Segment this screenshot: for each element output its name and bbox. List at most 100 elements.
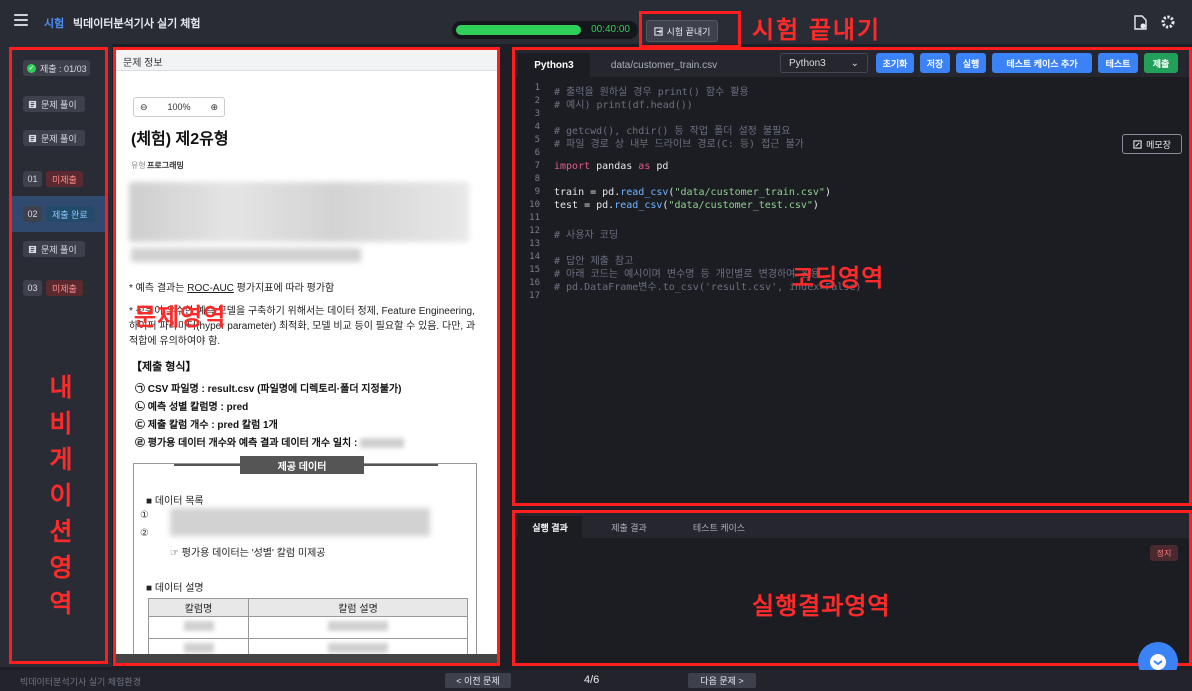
- top-bar: 시험 빅데이터분석기사 실기 체험 00:40:00 시험 끝내기: [0, 0, 1192, 44]
- tab-submit-result[interactable]: 제출 결과: [594, 516, 664, 538]
- line-number: 8: [534, 174, 540, 184]
- line-number: 17: [529, 291, 540, 301]
- save-button[interactable]: 저장: [920, 53, 950, 73]
- env-label: 빅데이터분석기사 실기 체험환경: [20, 677, 141, 687]
- test-button[interactable]: 테스트: [1098, 53, 1138, 73]
- data-list-mark: ②: [140, 528, 149, 539]
- memo-label: 메모장: [1146, 139, 1171, 150]
- chevron-down-icon: ⌄: [850, 57, 859, 69]
- problem-panel: 문제 정보 ⊖ 100% ⊕ (체험) 제2유형 유형 프로그래밍 * 예측 결…: [113, 47, 498, 664]
- page-indicator: 4/6: [584, 674, 600, 686]
- line-number: 9: [534, 187, 540, 197]
- line-number: 10: [529, 200, 540, 210]
- blurred-value: [328, 643, 388, 653]
- tab-run-result[interactable]: 실행 결과: [518, 516, 582, 538]
- language-value: Python3: [789, 57, 826, 69]
- data-list-title: ■ 데이터 목록: [146, 496, 204, 507]
- blurred-value: [183, 643, 214, 653]
- line-number: 3: [534, 109, 540, 119]
- chat-icon: [1150, 654, 1166, 670]
- line-number: 7: [534, 161, 540, 171]
- timer-bar: 00:40:00: [452, 21, 638, 39]
- tab-test-cases[interactable]: 테스트 케이스: [674, 516, 764, 538]
- code-line: # 출력을 원하실 경우 print() 함수 활용: [554, 87, 749, 98]
- submit-line: ㉡ 예측 성별 칼럼명 : pred: [135, 402, 249, 413]
- table-row: [148, 616, 468, 639]
- bottom-bar: 빅데이터분석기사 실기 체험환경 < 이전 문제 4/6 다음 문제 >: [0, 670, 1192, 691]
- line-number: 5: [534, 135, 540, 145]
- document-check-icon[interactable]: [1134, 15, 1147, 30]
- result-tabs: 실행 결과 제출 결과 테스트 케이스: [512, 510, 1192, 538]
- note-text: 평가지표에 따라 평가함: [233, 283, 335, 294]
- code-line: # 사용자 코딩: [554, 230, 619, 241]
- line-number: 6: [534, 148, 540, 158]
- submit-button[interactable]: 제출: [1144, 53, 1178, 73]
- zoom-control: ⊖ 100% ⊕: [133, 97, 225, 117]
- line-number: 1: [534, 83, 540, 93]
- blurred-description: [129, 182, 469, 242]
- data-table: 칼럼명 칼럼 설명: [148, 598, 468, 661]
- submit-line: ㉣ 평가용 데이터 개수와 예측 결과 데이터 개수 일치 :: [135, 434, 405, 449]
- run-button[interactable]: 실행: [956, 53, 986, 73]
- data-desc-title: ■ 데이터 설명: [146, 583, 204, 594]
- line-number: 13: [529, 239, 540, 249]
- line-number: 14: [529, 252, 540, 262]
- timer-progress: [456, 25, 581, 35]
- line-number: 15: [529, 265, 540, 275]
- line-gutter: 1 2 3 4 5 6 7 8 9 10 11 12 13 14 15 16 1…: [512, 77, 546, 507]
- tab-python3[interactable]: Python3: [518, 53, 590, 77]
- edit-icon: [1133, 139, 1142, 149]
- table-header: 칼럼명: [148, 598, 249, 617]
- table-cell: [248, 616, 468, 639]
- data-list-mark: ①: [140, 510, 149, 521]
- code-line: # 파일 경로 상 내부 드라이브 경로(C: 등) 접근 불가: [554, 139, 804, 150]
- note-text: * 예측 결과는: [129, 283, 188, 294]
- blurred-description: [131, 248, 361, 262]
- code-line: # getcwd(), chdir() 등 작업 폴더 설정 불필요: [554, 126, 791, 137]
- code-line: test = pd.read_csv("data/customer_test.c…: [554, 200, 819, 211]
- gear-icon[interactable]: [1160, 14, 1176, 30]
- problem-area-annotation: 문제영역: [134, 304, 227, 331]
- add-testcase-button[interactable]: 테스트 케이스 추가: [992, 53, 1092, 73]
- nav-area-outline: [9, 47, 108, 664]
- blurred-value: [183, 621, 214, 631]
- tab-train-csv[interactable]: data/customer_train.csv: [594, 53, 734, 77]
- next-question-button[interactable]: 다음 문제 >: [688, 673, 756, 688]
- blurred-data-list: [170, 508, 430, 536]
- problem-title: (체험) 제2유형: [131, 131, 229, 148]
- submit-line: ㉢ 제출 칼럼 개수 : pred 칼럼 1개: [135, 420, 278, 431]
- table-cell: [148, 616, 249, 639]
- code-line: import pandas as pd: [554, 161, 669, 172]
- line-number: 11: [529, 213, 540, 223]
- stop-button[interactable]: 정지: [1150, 545, 1178, 561]
- data-section: 제공 데이터 ■ 데이터 목록 ① ② ☞ 평가용 데이터는 '성별' 칼럼 미…: [133, 456, 477, 664]
- memo-button[interactable]: 메모장: [1122, 134, 1182, 154]
- exam-category: 시험: [44, 18, 65, 30]
- blurred-value: [328, 621, 388, 631]
- submit-format-title: 【제출 형식】: [131, 361, 197, 373]
- menu-icon[interactable]: [14, 14, 28, 26]
- zoom-out-icon[interactable]: ⊖: [140, 102, 148, 113]
- problem-type: 프로그래밍: [147, 161, 184, 170]
- metric-link: ROC-AUC: [187, 283, 234, 294]
- code-line: # 예시) print(df.head()): [554, 100, 693, 111]
- problem-header: 문제 정보: [113, 47, 498, 71]
- data-section-header: 제공 데이터: [240, 456, 364, 474]
- reset-button[interactable]: 초기화: [876, 53, 914, 73]
- blurred-value: [360, 438, 405, 449]
- end-exam-highlight: [639, 11, 741, 48]
- submit-line: ㉠ CSV 파일명 : result.csv (파일명에 디렉토리·폴더 지정불…: [135, 384, 402, 395]
- exam-title: 빅데이터분석기사 실기 체험: [73, 18, 201, 30]
- result-area-annotation: 실행결과영역: [752, 593, 891, 620]
- zoom-in-icon[interactable]: ⊕: [210, 102, 218, 113]
- prev-question-button[interactable]: < 이전 문제: [445, 673, 511, 688]
- line-number: 4: [534, 122, 540, 132]
- eval-metric-note: * 예측 결과는 ROC-AUC 평가지표에 따라 평가함: [129, 279, 334, 294]
- language-select[interactable]: Python3 ⌄: [780, 53, 868, 73]
- coding-area-annotation: 코딩영역: [792, 265, 885, 292]
- line-number: 2: [534, 96, 540, 106]
- submit-line-text: ㉣ 평가용 데이터 개수와 예측 결과 데이터 개수 일치 :: [135, 438, 358, 449]
- problem-footer-bar: [113, 654, 498, 664]
